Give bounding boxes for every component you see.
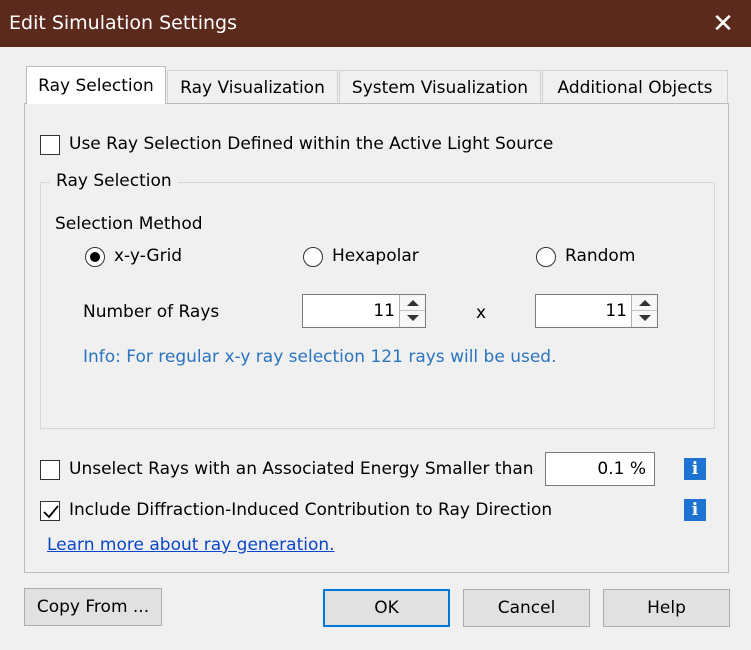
energy-threshold-value: 0.1 % — [597, 459, 646, 479]
radio-selected-dot — [90, 252, 100, 262]
tab-label: Additional Objects — [557, 78, 713, 98]
radio-random-label: Random — [565, 246, 636, 266]
num-rays-x-value: 11 — [373, 301, 395, 321]
number-of-rays-label: Number of Rays — [83, 302, 220, 322]
tab-ray-selection[interactable]: Ray Selection — [26, 66, 166, 104]
stepper-arrows — [399, 295, 425, 327]
tab-system-visualization[interactable]: System Visualization — [339, 70, 541, 104]
help-button[interactable]: Help — [603, 589, 730, 627]
num-rays-y-stepper[interactable]: 11 — [535, 294, 658, 328]
info-icon[interactable]: i — [684, 499, 706, 521]
radio-random[interactable] — [536, 247, 556, 267]
unselect-energy-label: Unselect Rays with an Associated Energy … — [69, 459, 534, 479]
use-source-selection-checkbox[interactable] — [40, 135, 60, 155]
stepper-arrows — [631, 295, 657, 327]
tab-label: System Visualization — [351, 78, 529, 98]
tab-additional-objects[interactable]: Additional Objects — [542, 70, 728, 104]
info-text: Info: For regular x-y ray selection 121 … — [83, 347, 557, 367]
num-rays-x-stepper[interactable]: 11 — [302, 294, 426, 328]
stepper-down-icon[interactable] — [632, 311, 657, 327]
close-icon[interactable]: ✕ — [706, 7, 740, 41]
window-title: Edit Simulation Settings — [9, 12, 238, 34]
ok-button[interactable]: OK — [323, 589, 450, 627]
radio-hexapolar[interactable] — [303, 247, 323, 267]
diffraction-label: Include Diffraction-Induced Contribution… — [69, 500, 553, 520]
num-rays-y-value: 11 — [605, 301, 627, 321]
info-icon[interactable]: i — [684, 458, 706, 480]
radio-xy-grid-label: x-y-Grid — [114, 246, 183, 266]
tab-label: Ray Visualization — [180, 78, 325, 98]
checkmark-icon — [43, 505, 59, 519]
times-symbol: x — [476, 303, 487, 323]
radio-xy-grid[interactable] — [85, 247, 105, 267]
cancel-button[interactable]: Cancel — [463, 589, 590, 627]
tab-ray-visualization[interactable]: Ray Visualization — [167, 70, 338, 104]
selection-method-label: Selection Method — [55, 214, 203, 234]
stepper-up-icon[interactable] — [632, 295, 657, 311]
radio-hexapolar-label: Hexapolar — [332, 246, 419, 266]
energy-threshold-input[interactable]: 0.1 % — [545, 452, 655, 486]
group-title: Ray Selection — [50, 171, 178, 191]
use-source-selection-label: Use Ray Selection Defined within the Act… — [69, 134, 554, 154]
diffraction-checkbox[interactable] — [40, 501, 60, 521]
copy-from-button[interactable]: Copy From ... — [24, 588, 162, 626]
title-bar: Edit Simulation Settings ✕ — [0, 0, 751, 47]
unselect-energy-checkbox[interactable] — [40, 460, 60, 480]
copy-from-label: Copy From ... — [36, 597, 150, 617]
cancel-label: Cancel — [497, 598, 556, 618]
stepper-up-icon[interactable] — [400, 295, 425, 311]
tab-label: Ray Selection — [38, 76, 154, 96]
ok-label: OK — [374, 598, 399, 618]
learn-more-link[interactable]: Learn more about ray generation. — [47, 535, 335, 555]
stepper-down-icon[interactable] — [400, 311, 425, 327]
help-label: Help — [647, 598, 686, 618]
